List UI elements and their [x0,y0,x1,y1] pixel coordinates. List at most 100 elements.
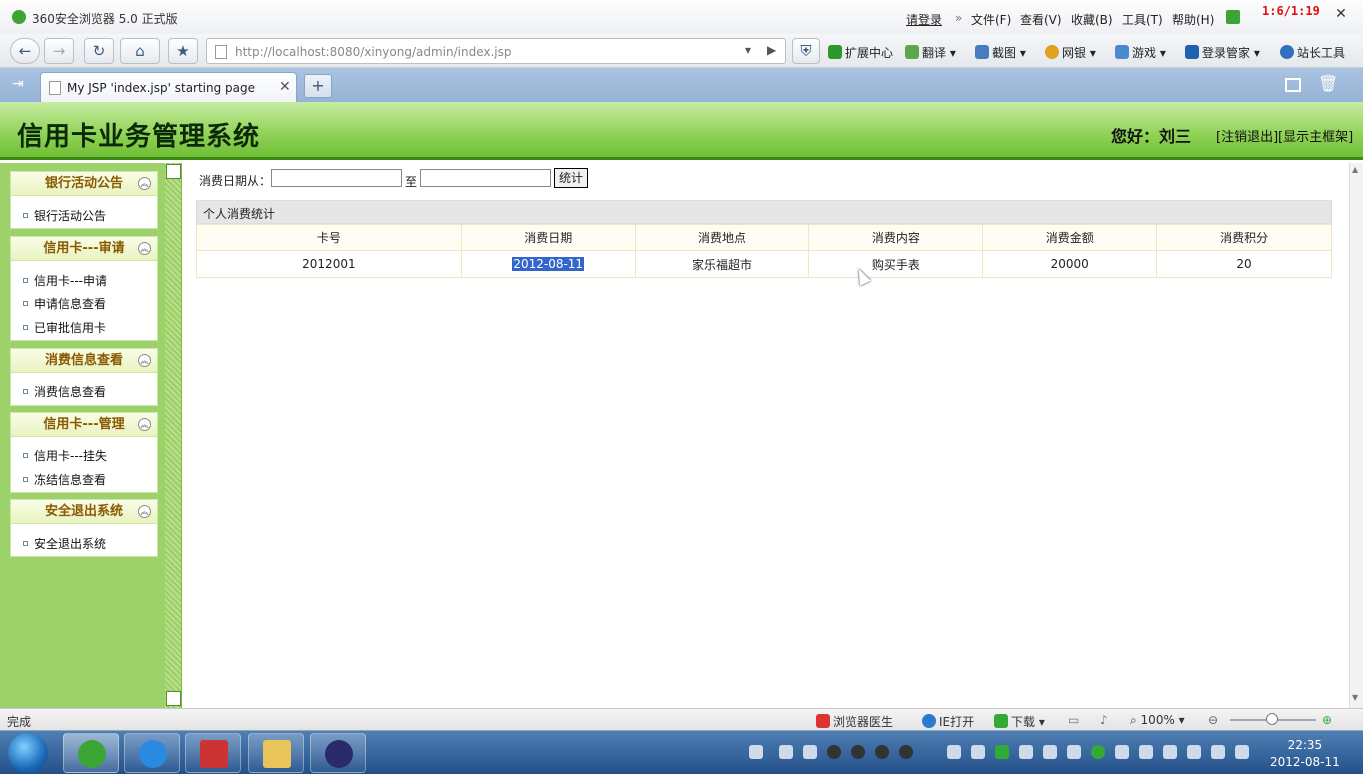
address-bar[interactable]: http://localhost:8080/xinyong/admin/inde… [206,38,786,64]
keyboard-icon[interactable] [749,745,763,759]
menu-view[interactable]: 查看(V) [1020,11,1062,28]
volume-icon[interactable] [1235,745,1249,759]
menu-help[interactable]: 帮助(H) [1172,11,1214,28]
tray-app-icon[interactable] [1091,745,1105,759]
refresh-button[interactable]: ↻ [84,38,114,64]
home-button[interactable]: ⌂ [120,38,160,64]
browser-360-icon [78,740,106,768]
banking-button[interactable]: 网银 ▾ [1045,44,1096,61]
download-button[interactable]: 下载 ▾ [994,713,1045,730]
close-window-button[interactable]: ✕ [1330,6,1352,26]
tray-app-icon[interactable] [947,745,961,759]
flag-icon[interactable] [1163,745,1177,759]
sidebar-toggle-icon[interactable]: ⇥ [12,76,24,92]
taskbar-toolbox[interactable] [185,733,241,773]
tray-app-icon[interactable] [995,745,1009,759]
games-button[interactable]: 游戏 ▾ [1115,44,1166,61]
sidebar-item-frozen-view[interactable]: 冻结信息查看 [23,471,106,488]
restore-tabs-icon[interactable] [1285,78,1301,92]
trash-icon[interactable]: 🗑 [1318,74,1338,93]
qq-icon[interactable] [875,745,889,759]
sidebar-group-title[interactable]: 银行活动公告 [11,172,157,196]
collapse-icon[interactable]: ︽ [138,354,151,367]
close-tab-icon[interactable]: ✕ [279,79,291,95]
network-icon[interactable] [1211,745,1225,759]
sidebar-group-title[interactable]: 信用卡---管理 [11,413,157,437]
taskbar-ie[interactable] [124,733,180,773]
sidebar-group-title[interactable]: 信用卡---审请 [11,237,157,261]
qq-icon[interactable] [851,745,865,759]
collapse-icon[interactable]: ︽ [138,418,151,431]
taskbar-360-browser[interactable] [63,733,119,773]
qq-icon[interactable] [899,745,913,759]
tray-app-icon[interactable] [779,745,793,759]
start-button[interactable] [8,733,48,773]
extension-center-button[interactable]: 扩展中心 [828,44,893,61]
splitter-toggle-bottom[interactable] [166,691,181,706]
qq-icon[interactable] [827,745,841,759]
sidebar-item-application-view[interactable]: 申请信息查看 [23,295,106,312]
sidebar-item-consumption-view[interactable]: 消费信息查看 [23,383,106,400]
sidebar-group-title[interactable]: 安全退出系统 [11,500,157,524]
taskbar-explorer[interactable] [248,733,304,773]
menu-tools[interactable]: 工具(T) [1122,11,1163,28]
menu-favorites[interactable]: 收藏(B) [1071,11,1113,28]
skin-icon[interactable] [1226,10,1240,24]
splitter-toggle-top[interactable] [166,164,181,179]
browser-doctor-button[interactable]: 浏览器医生 [816,713,893,730]
tray-app-icon[interactable] [971,745,985,759]
tray-app-icon[interactable] [1187,745,1201,759]
taskbar-clock[interactable]: 22:35 2012-08-11 [1270,737,1340,771]
tray-app-icon[interactable] [1115,745,1129,759]
tool-label: 登录管家 [1202,46,1251,60]
window-icon[interactable]: ▭ [1068,713,1079,727]
tray-app-icon[interactable] [1019,745,1033,759]
translate-button[interactable]: 翻译 ▾ [905,44,956,61]
zoom-out-icon[interactable]: ⊖ [1208,713,1218,727]
frame-splitter[interactable] [165,163,182,708]
tab-index-page[interactable]: My JSP 'index.jsp' starting page ✕ [40,72,297,102]
scroll-down-icon[interactable]: ▼ [1352,693,1358,702]
volume-icon[interactable]: ♪ [1100,713,1108,727]
new-tab-button[interactable]: + [304,74,332,98]
browser-logo-icon [12,10,26,24]
collapse-icon[interactable]: ︽ [138,505,151,518]
url-text[interactable]: http://localhost:8080/xinyong/admin/inde… [235,45,512,59]
collapse-icon[interactable]: ︽ [138,177,151,190]
shield-icon[interactable]: ⛨ [792,38,820,64]
login-manager-button[interactable]: 登录管家 ▾ [1185,44,1260,61]
go-icon[interactable]: ▶ [767,43,776,57]
logout-link[interactable]: [注销退出] [1216,126,1278,145]
statistics-button[interactable]: 统计 [554,168,588,188]
sidebar-item-card-apply[interactable]: 信用卡---申请 [23,272,107,289]
taskbar-eclipse[interactable] [310,733,366,773]
favorite-star-button[interactable]: ★ [168,38,198,64]
show-main-frame-link[interactable]: [显示主框架] [1278,126,1353,145]
sidebar-item-approved-cards[interactable]: 已审批信用卡 [23,319,106,336]
date-from-input[interactable] [271,169,402,187]
tray-app-icon[interactable] [803,745,817,759]
ie-open-button[interactable]: IE打开 [922,713,974,730]
sidebar-item-announcements[interactable]: 银行活动公告 [23,207,106,224]
webmaster-tools-button[interactable]: 站长工具 [1280,44,1345,61]
zoom-in-icon[interactable]: ⊕ [1322,713,1332,727]
collapse-icon[interactable]: ︽ [138,242,151,255]
tray-app-icon[interactable] [1067,745,1081,759]
back-button[interactable]: ← [10,38,40,64]
sidebar-item-report-loss[interactable]: 信用卡---挂失 [23,447,107,464]
zoom-level[interactable]: ⌕ 100% ▾ [1130,713,1185,728]
tray-app-icon[interactable] [1139,745,1153,759]
screenshot-button[interactable]: 截图 ▾ [975,44,1026,61]
scroll-up-icon[interactable]: ▲ [1352,165,1358,174]
zoom-slider-thumb[interactable] [1266,713,1278,725]
dropdown-arrow-icon[interactable]: ▾ [745,43,751,57]
menu-file[interactable]: 文件(F) [971,11,1011,28]
vertical-scrollbar[interactable]: ▲ ▼ [1349,163,1363,708]
shield-icon[interactable] [1043,745,1057,759]
forward-button[interactable]: → [44,38,74,64]
sidebar-item-safe-exit[interactable]: 安全退出系统 [23,535,106,552]
date-to-input[interactable] [420,169,551,187]
sidebar-group-title[interactable]: 消费信息查看 [11,349,157,373]
login-link[interactable]: 请登录 [906,11,942,28]
sidebar-item-label: 安全退出系统 [34,537,107,551]
